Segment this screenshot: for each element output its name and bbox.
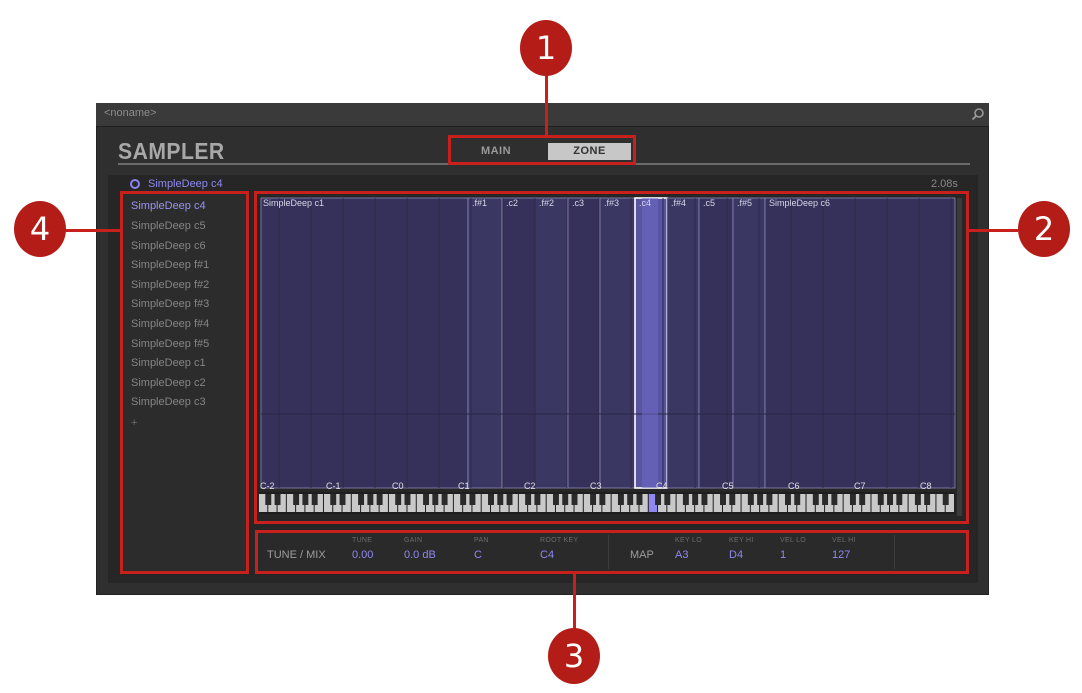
search-icon[interactable] <box>971 107 985 121</box>
callout-badge-1: 1 <box>520 20 572 76</box>
page-title: SAMPLER <box>118 138 225 164</box>
callout-box-zone-list <box>120 191 249 574</box>
title-bar <box>96 103 989 127</box>
callout-line-3 <box>573 573 576 631</box>
callout-badge-3: 3 <box>548 628 600 684</box>
callout-box-zone-map <box>254 191 969 524</box>
sample-duration: 2.08s <box>931 178 958 190</box>
callout-box-parameters <box>255 530 969 574</box>
selected-sample-name[interactable]: SimpleDeep c4 <box>148 178 223 190</box>
callout-box-tabs <box>448 135 636 165</box>
callout-line-2 <box>968 229 1018 232</box>
sample-select-icon[interactable] <box>130 179 140 189</box>
callout-badge-4: 4 <box>14 201 66 257</box>
callout-line-1 <box>545 74 548 136</box>
window-title: <noname> <box>104 107 157 119</box>
callout-badge-2: 2 <box>1018 201 1070 257</box>
callout-line-4 <box>60 229 121 232</box>
